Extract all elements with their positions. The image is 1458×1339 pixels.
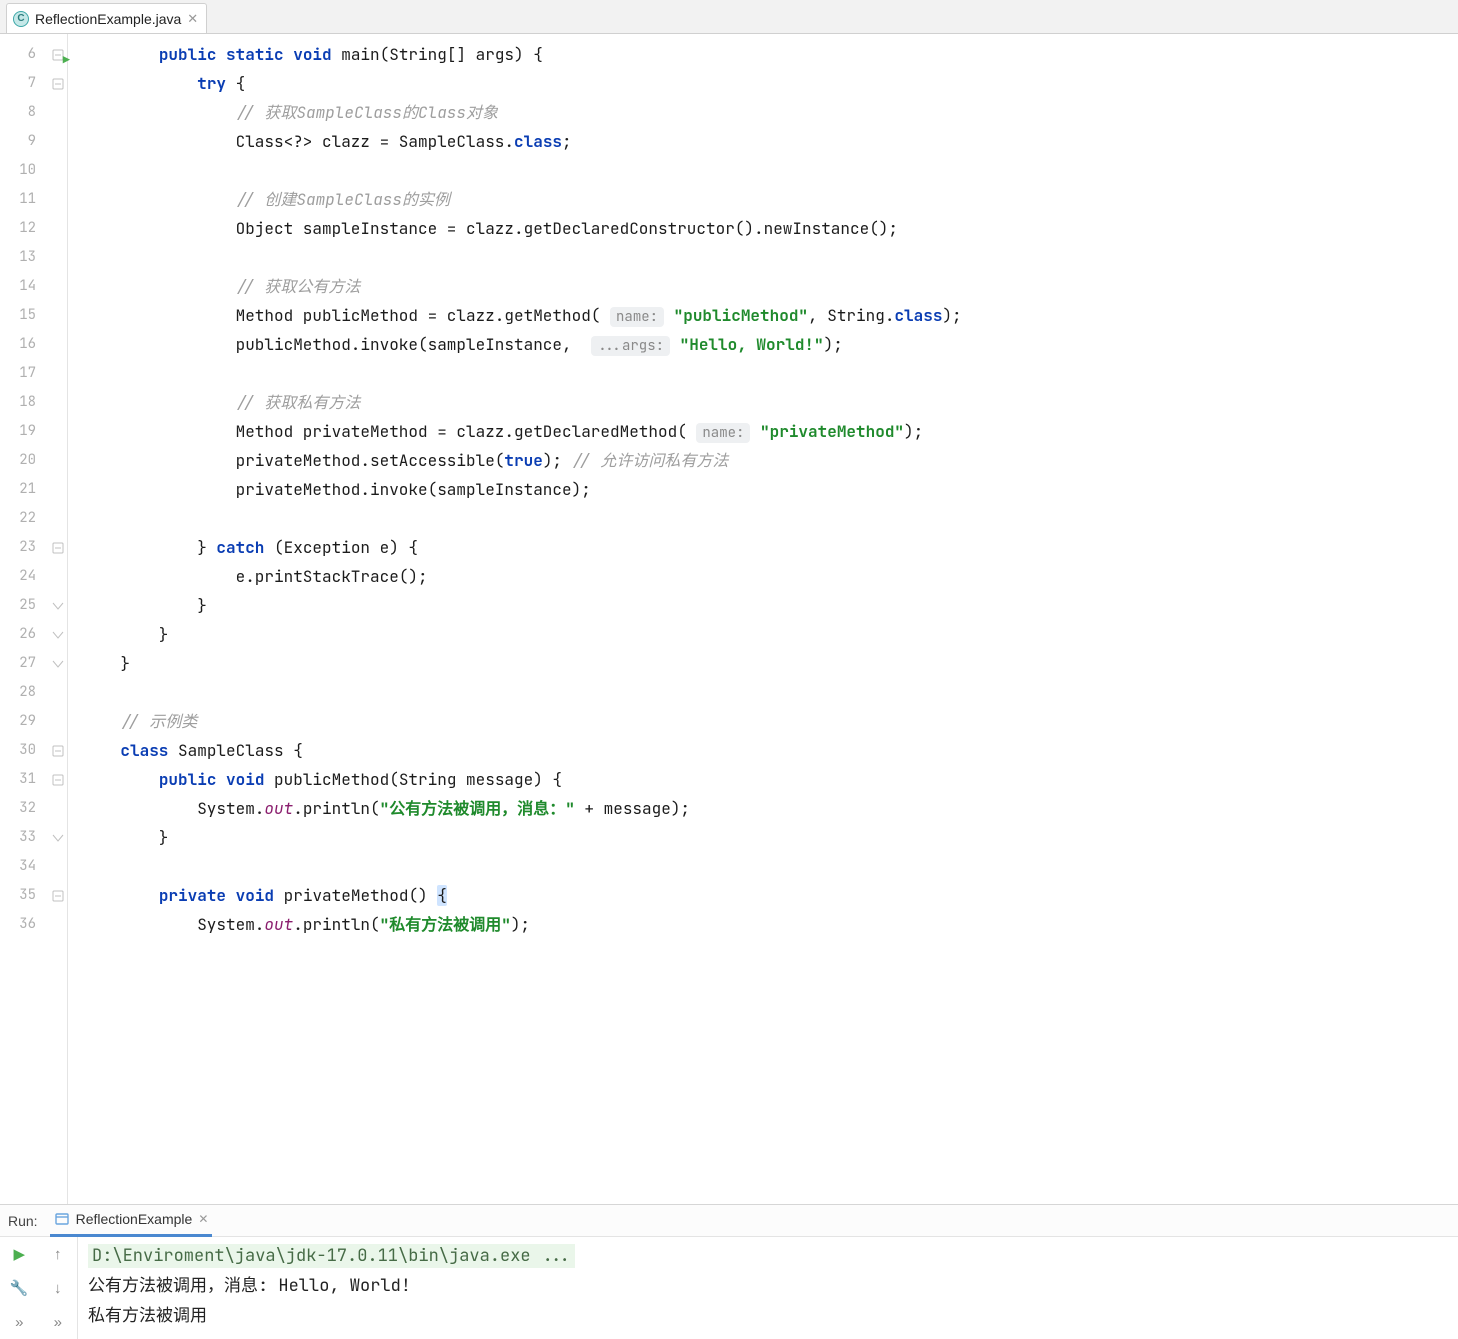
java-class-icon: C — [13, 11, 29, 27]
more-button[interactable]: » — [0, 1305, 39, 1339]
up-button[interactable]: ↑ — [39, 1237, 78, 1271]
close-icon[interactable]: ✕ — [187, 11, 198, 27]
close-icon[interactable]: ✕ — [198, 1212, 208, 1226]
line-number-gutter: 6▶78910111213141516171819202122232425262… — [0, 34, 48, 1204]
code-editor[interactable]: 6▶78910111213141516171819202122232425262… — [0, 34, 1458, 1204]
run-config-name: ReflectionExample — [76, 1211, 193, 1227]
file-tab[interactable]: C ReflectionExample.java ✕ — [6, 3, 207, 33]
editor-tab-bar: C ReflectionExample.java ✕ — [0, 0, 1458, 34]
run-header: Run: ReflectionExample ✕ — [0, 1205, 1458, 1237]
down-button[interactable]: ↓ — [39, 1271, 78, 1305]
run-config-tab[interactable]: ReflectionExample ✕ — [50, 1205, 213, 1237]
run-tool-window: Run: ReflectionExample ✕ ▶ ↑ 🔧 ↓ » » D:\… — [0, 1204, 1458, 1338]
console-output[interactable]: D:\Enviroment\java\jdk-17.0.11\bin\java.… — [78, 1237, 1458, 1339]
run-tab-icon — [54, 1211, 70, 1227]
file-tab-label: ReflectionExample.java — [35, 11, 181, 27]
run-label: Run: — [8, 1213, 38, 1229]
more-button-2[interactable]: » — [39, 1305, 78, 1339]
rerun-button[interactable]: ▶ — [0, 1237, 39, 1271]
wrench-icon[interactable]: 🔧 — [0, 1271, 39, 1305]
fold-column — [48, 34, 68, 1204]
run-toolbar: ▶ ↑ 🔧 ↓ » » — [0, 1237, 78, 1339]
code-area[interactable]: public static void main(String[] args) {… — [82, 34, 1458, 1204]
